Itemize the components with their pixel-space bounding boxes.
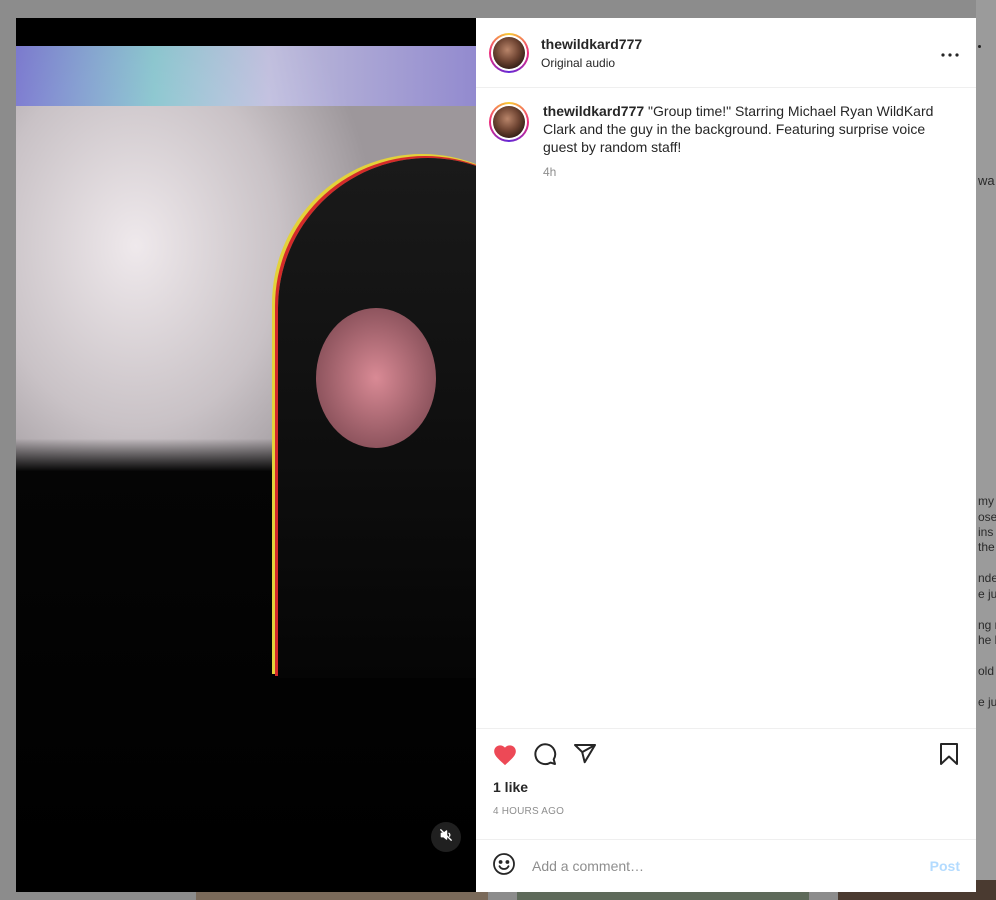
muted-speaker-icon xyxy=(439,828,453,847)
background-text-fragment: the xyxy=(978,540,995,554)
video-player[interactable] xyxy=(16,18,476,892)
background-text-fragment: ose xyxy=(978,510,996,524)
more-options-button[interactable] xyxy=(938,41,962,65)
background-text-fragment: e ju xyxy=(978,695,996,709)
background-text-fragment: nde xyxy=(978,571,996,585)
background-right-column xyxy=(976,0,996,900)
background-text-fragment: he b xyxy=(978,633,996,647)
heart-filled-icon xyxy=(492,742,518,771)
caption: thewildkard777 "Group time!" Starring Mi… xyxy=(543,102,943,156)
caption-section: thewildkard777 "Group time!" Starring Mi… xyxy=(476,88,976,179)
caption-timestamp[interactable]: 4h xyxy=(543,165,943,179)
post-modal: thewildkard777 Original audio thewildkar… xyxy=(16,18,976,892)
comment-icon xyxy=(533,742,557,771)
like-button[interactable] xyxy=(492,743,518,769)
background-text-fragment: wa xyxy=(978,173,995,188)
comment-button[interactable] xyxy=(532,742,558,771)
mute-toggle-button[interactable] xyxy=(431,822,461,852)
post-details-panel: thewildkard777 Original audio thewildkar… xyxy=(476,18,976,892)
background-text-fragment: my c xyxy=(978,494,996,508)
caption-author-avatar[interactable] xyxy=(489,102,529,142)
post-comment-button[interactable]: Post xyxy=(930,858,960,874)
more-horizontal-icon xyxy=(941,44,959,62)
author-username[interactable]: thewildkard777 xyxy=(541,36,938,52)
caption-username[interactable]: thewildkard777 xyxy=(543,103,644,119)
post-header: thewildkard777 Original audio xyxy=(476,18,976,88)
background-dot xyxy=(978,45,981,48)
author-avatar[interactable] xyxy=(489,32,529,73)
share-button[interactable] xyxy=(572,743,598,769)
audio-label[interactable]: Original audio xyxy=(541,56,938,70)
comment-input[interactable] xyxy=(530,857,930,875)
comment-bar: Post xyxy=(476,839,976,892)
post-timestamp: 4 HOURS AGO xyxy=(493,806,565,817)
video-subject-face xyxy=(316,308,436,448)
background-text-fragment: old e xyxy=(978,664,996,678)
post-actions-section: 1 like 4 HOURS AGO xyxy=(476,728,976,817)
emoji-icon[interactable] xyxy=(492,852,516,881)
paper-plane-icon xyxy=(573,742,597,771)
likes-count[interactable]: 1 like xyxy=(476,769,976,795)
bookmark-icon xyxy=(938,742,960,771)
background-text-fragment: ng m xyxy=(978,618,996,632)
video-glitch-band xyxy=(16,46,476,106)
background-text-fragment: ins l xyxy=(978,525,996,539)
save-button[interactable] xyxy=(936,742,962,771)
background-text-fragment: e jus xyxy=(978,587,996,601)
